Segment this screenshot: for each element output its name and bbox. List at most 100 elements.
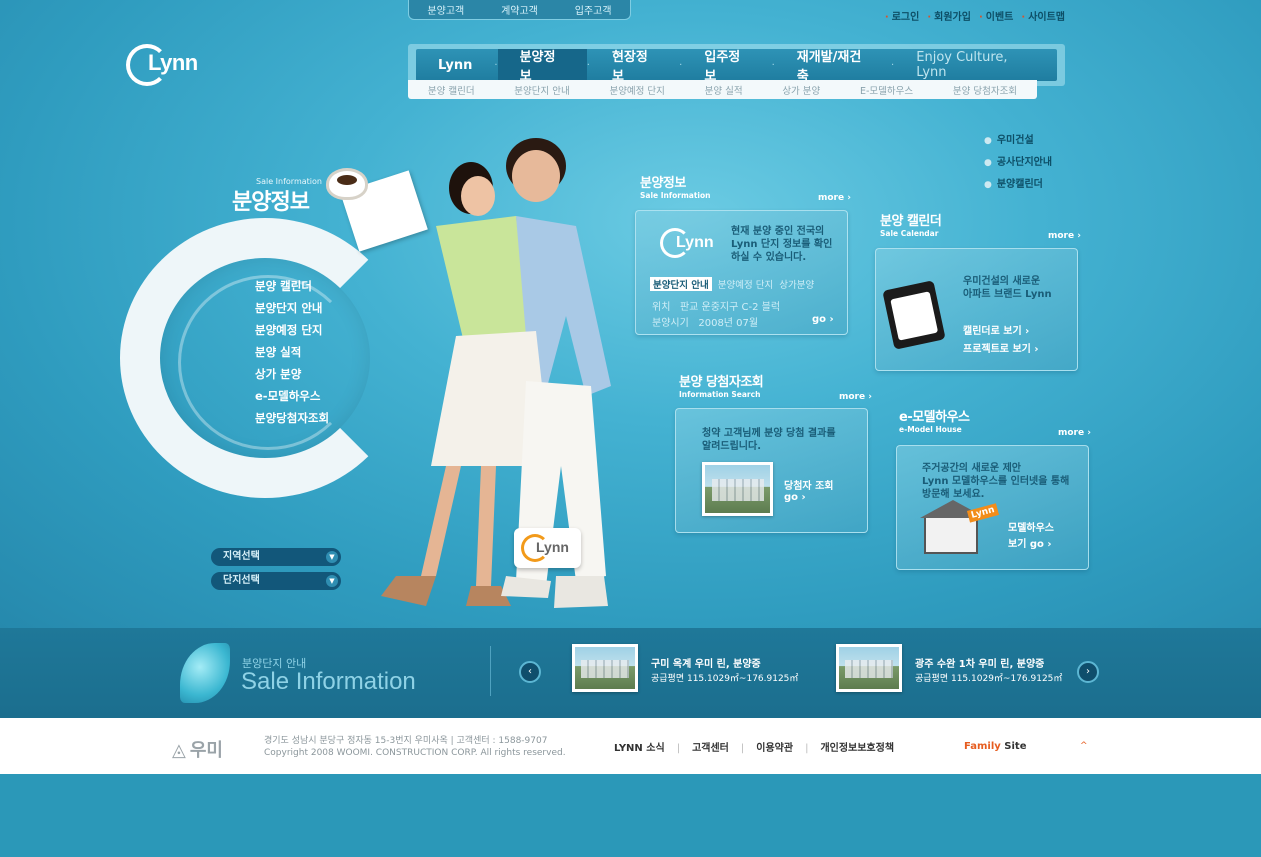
complex-select-label: 단지선택 bbox=[223, 575, 260, 586]
winner-text-line: 알려드립니다. bbox=[702, 441, 761, 452]
chevron-down-icon: ▼ bbox=[326, 575, 338, 587]
band-item-thumbnail[interactable] bbox=[836, 644, 902, 692]
footer-link-privacy[interactable]: 개인정보보호정책 bbox=[805, 739, 894, 754]
caret-up-icon[interactable]: ^ bbox=[1080, 741, 1088, 751]
band-item-thumbnail[interactable] bbox=[572, 644, 638, 692]
woomi-logo[interactable]: 우미 bbox=[172, 736, 223, 762]
side-links: 우미건설 공사단지안내 분양캘린더 bbox=[984, 131, 1052, 197]
main-nav-bar: Lynn · 분양정보 · 현장정보 · 입주정보 · 재개발/재건축 · En… bbox=[416, 49, 1057, 84]
sub-nav: 분양 캘린더 분양단지 안내 분양예정 단지 분양 실적 상가 분양 E-모델하… bbox=[408, 80, 1037, 99]
floor-lynn-logo[interactable]: Lynn bbox=[514, 528, 581, 568]
family-site-label: Site bbox=[1000, 741, 1027, 752]
subnav-e-model-house[interactable]: E-모델하우스 bbox=[860, 83, 913, 97]
hero-menu-commercial[interactable]: 상가 분양 bbox=[255, 366, 329, 388]
side-link-woomi[interactable]: 우미건설 bbox=[984, 131, 1052, 146]
login-link[interactable]: 로그인 bbox=[885, 8, 920, 23]
sale-info-text-line: 현재 분양 중인 전국의 bbox=[731, 226, 825, 237]
calendar-title: 분양 캘린더 bbox=[880, 214, 942, 229]
footer-links: LYNN 소식 고객센터 이용약관 개인정보보호정책 bbox=[614, 739, 894, 754]
subnav-sale-complex[interactable]: 분양단지 안내 bbox=[514, 83, 569, 97]
sale-info-text-line: 하실 수 있습니다. bbox=[731, 252, 807, 263]
footer-copyright: Copyright 2008 WOOMI. CONSTRUCTION CORP.… bbox=[264, 748, 566, 758]
subnav-sale-calendar[interactable]: 분양 캘린더 bbox=[428, 83, 475, 97]
model-house-go-link[interactable]: 보기 go › bbox=[1008, 535, 1052, 550]
subnav-sale-results[interactable]: 분양 실적 bbox=[705, 83, 743, 97]
band-divider bbox=[490, 646, 491, 696]
sale-info-tabs: 분양단지 안내 분양예정 단지 상가분양 bbox=[650, 277, 814, 291]
side-link-construction[interactable]: 공사단지안내 bbox=[984, 153, 1052, 168]
floor-logo-word: Lynn bbox=[536, 539, 569, 555]
region-select-label: 지역선택 bbox=[223, 551, 260, 562]
region-select[interactable]: 지역선택 ▼ bbox=[211, 548, 341, 566]
tab-sale-complex[interactable]: 분양단지 안내 bbox=[650, 277, 712, 291]
model-house-subtitle: e-Model House bbox=[899, 425, 962, 434]
footer-link-support[interactable]: 고객센터 bbox=[677, 739, 729, 754]
sitemap-link[interactable]: 사이트맵 bbox=[1021, 8, 1065, 23]
winner-go-link[interactable]: go › bbox=[784, 492, 806, 503]
hero-menu-model-house[interactable]: e-모델하우스 bbox=[255, 388, 329, 410]
tab-resident-customer[interactable]: 입주고객 bbox=[575, 2, 612, 17]
sale-info-logo: Lynn bbox=[660, 228, 714, 260]
band-item-title[interactable]: 구미 옥계 우미 린, 분양중 bbox=[651, 655, 761, 670]
winner-text-line: 청약 고객님께 분양 당첨 결과를 bbox=[702, 428, 836, 439]
side-link-calendar[interactable]: 분양캘린더 bbox=[984, 175, 1052, 190]
event-link[interactable]: 이벤트 bbox=[979, 8, 1014, 23]
nav-resident-info[interactable]: 입주정보 bbox=[682, 49, 771, 84]
subnav-winner-search[interactable]: 분양 당첨자조회 bbox=[953, 83, 1017, 97]
sale-location-row: 위치 판교 운중지구 C-2 블럭 bbox=[652, 298, 780, 313]
winner-more-link[interactable]: more › bbox=[839, 392, 872, 402]
model-house-text-line: Lynn 모델하우스를 인터넷을 통해 bbox=[922, 476, 1070, 487]
hero-menu-calendar[interactable]: 분양 캘린더 bbox=[255, 278, 329, 300]
calendar-more-link[interactable]: more › bbox=[1048, 231, 1081, 241]
calendar-view-link[interactable]: 캘린더로 보기 › bbox=[963, 322, 1029, 337]
winner-search-link[interactable]: 당첨자 조회 bbox=[784, 477, 833, 492]
complex-select[interactable]: 단지선택 ▼ bbox=[211, 572, 341, 590]
calendar-text-line: 우미건설의 새로운 bbox=[963, 276, 1041, 287]
calendar-text: 우미건설의 새로운 아파트 브랜드 Lynn bbox=[963, 275, 1052, 301]
band-prev-button[interactable]: ‹ bbox=[519, 661, 541, 683]
sale-info-logo-word: Lynn bbox=[676, 234, 714, 251]
model-house-title: e-모델하우스 bbox=[899, 410, 970, 425]
family-site-accent: Family bbox=[964, 741, 1001, 752]
tab-commercial[interactable]: 상가분양 bbox=[779, 277, 814, 291]
nav-lynn[interactable]: Lynn bbox=[416, 49, 494, 81]
model-house-more-link[interactable]: more › bbox=[1058, 428, 1091, 438]
couple-photo bbox=[381, 138, 611, 608]
chevron-down-icon: ▼ bbox=[326, 551, 338, 563]
band-title: Sale Information bbox=[241, 668, 416, 695]
coffee-cup-icon bbox=[326, 168, 368, 200]
nav-sale-info[interactable]: 분양정보 bbox=[497, 49, 587, 84]
winner-title: 분양 당첨자조회 bbox=[679, 375, 764, 390]
band-item-subtitle: 공급평면 115.1029㎡~176.9125㎡ bbox=[651, 674, 799, 684]
project-view-link[interactable]: 프로젝트로 보기 › bbox=[963, 340, 1038, 355]
nav-enjoy-culture[interactable]: Enjoy Culture, Lynn bbox=[894, 49, 1057, 81]
sale-info-text-line: Lynn 단지 정보를 확인 bbox=[731, 239, 833, 250]
tab-planned-complex[interactable]: 분양예정 단지 bbox=[718, 277, 773, 291]
sale-info-text: 현재 분양 중인 전국의 Lynn 단지 정보를 확인 하실 수 있습니다. bbox=[731, 225, 832, 264]
model-house-link[interactable]: 모델하우스 bbox=[1008, 519, 1054, 534]
calendar-text-line: 아파트 브랜드 Lynn bbox=[963, 289, 1052, 300]
band-item-subtitle: 공급평면 115.1029㎡~176.9125㎡ bbox=[915, 674, 1063, 684]
family-site-select[interactable]: Family Site bbox=[964, 741, 1026, 752]
sale-info-more-link[interactable]: more › bbox=[818, 193, 851, 203]
nav-redevelopment[interactable]: 재개발/재건축 bbox=[775, 49, 891, 84]
tab-sale-customer[interactable]: 분양고객 bbox=[427, 2, 464, 17]
subnav-planned-complex[interactable]: 분양예정 단지 bbox=[609, 83, 664, 97]
nav-site-info[interactable]: 현장정보 bbox=[590, 49, 679, 84]
tab-contract-customer[interactable]: 계약고객 bbox=[501, 2, 538, 17]
join-link[interactable]: 회원가입 bbox=[927, 8, 971, 23]
sale-info-go-link[interactable]: go › bbox=[812, 314, 834, 325]
hero-menu-results[interactable]: 분양 실적 bbox=[255, 344, 329, 366]
hero-menu-winner[interactable]: 분양당첨자조회 bbox=[255, 410, 329, 432]
hero-menu: 분양 캘린더 분양단지 안내 분양예정 단지 분양 실적 상가 분양 e-모델하… bbox=[255, 278, 329, 432]
band-item-title[interactable]: 광주 수완 1차 우미 린, 분양중 bbox=[915, 655, 1044, 670]
subnav-commercial-sale[interactable]: 상가 분양 bbox=[782, 83, 820, 97]
hero-menu-complex[interactable]: 분양단지 안내 bbox=[255, 300, 329, 322]
band-next-button[interactable]: › bbox=[1077, 661, 1099, 683]
utility-links: 로그인 회원가입 이벤트 사이트맵 bbox=[885, 8, 1065, 23]
footer-link-terms[interactable]: 이용약관 bbox=[741, 739, 793, 754]
model-house-text: 주거공간의 새로운 제안 Lynn 모델하우스를 인터넷을 통해 방문해 보세요… bbox=[922, 462, 1069, 501]
footer-link-news[interactable]: LYNN 소식 bbox=[614, 739, 665, 754]
lynn-logo[interactable]: Lynn bbox=[126, 42, 206, 88]
hero-menu-planned[interactable]: 분양예정 단지 bbox=[255, 322, 329, 344]
